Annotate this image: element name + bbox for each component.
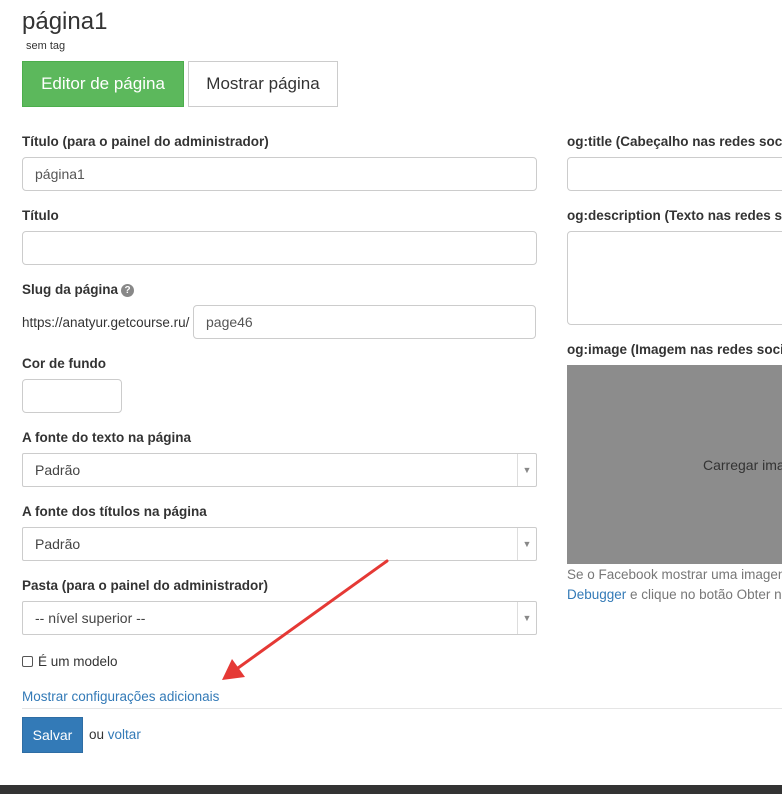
footer-bar [0,785,782,794]
annotation-arrow [222,559,389,680]
